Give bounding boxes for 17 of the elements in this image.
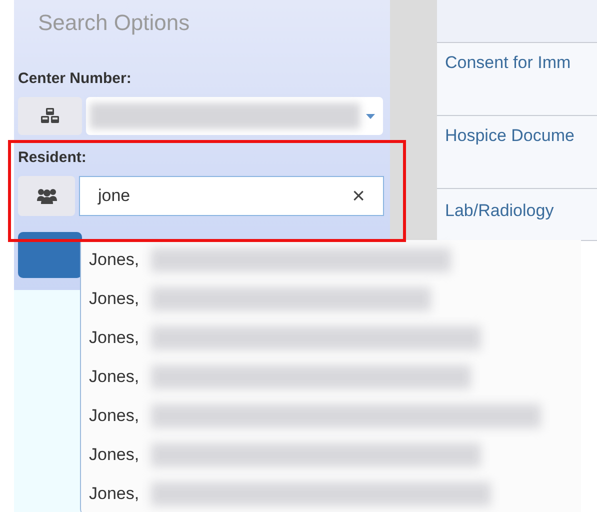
suggestion-item[interactable]: Jones, (89, 406, 151, 426)
cubes-icon (40, 107, 60, 125)
clear-button[interactable]: × (352, 183, 365, 209)
suggestion-item[interactable]: Jones, (89, 288, 151, 308)
users-icon (36, 188, 56, 204)
field-label: Resident: (18, 149, 88, 166)
panel-title: Search Options (37, 10, 191, 36)
addon-button[interactable] (18, 176, 75, 216)
suggestion-item[interactable]: Jones, (89, 484, 151, 504)
resident-search-field[interactable]: jone × (79, 176, 384, 216)
caret-icon (366, 114, 375, 118)
addon-button[interactable] (18, 97, 82, 135)
suggestion-item[interactable]: Jones, (89, 328, 151, 348)
field-label: Center Number: (18, 70, 132, 87)
suggestion-item[interactable]: Jones, (89, 444, 151, 464)
suggestion-item[interactable]: Jones, (89, 366, 151, 386)
suggestion-item[interactable]: Jones, (89, 250, 151, 270)
